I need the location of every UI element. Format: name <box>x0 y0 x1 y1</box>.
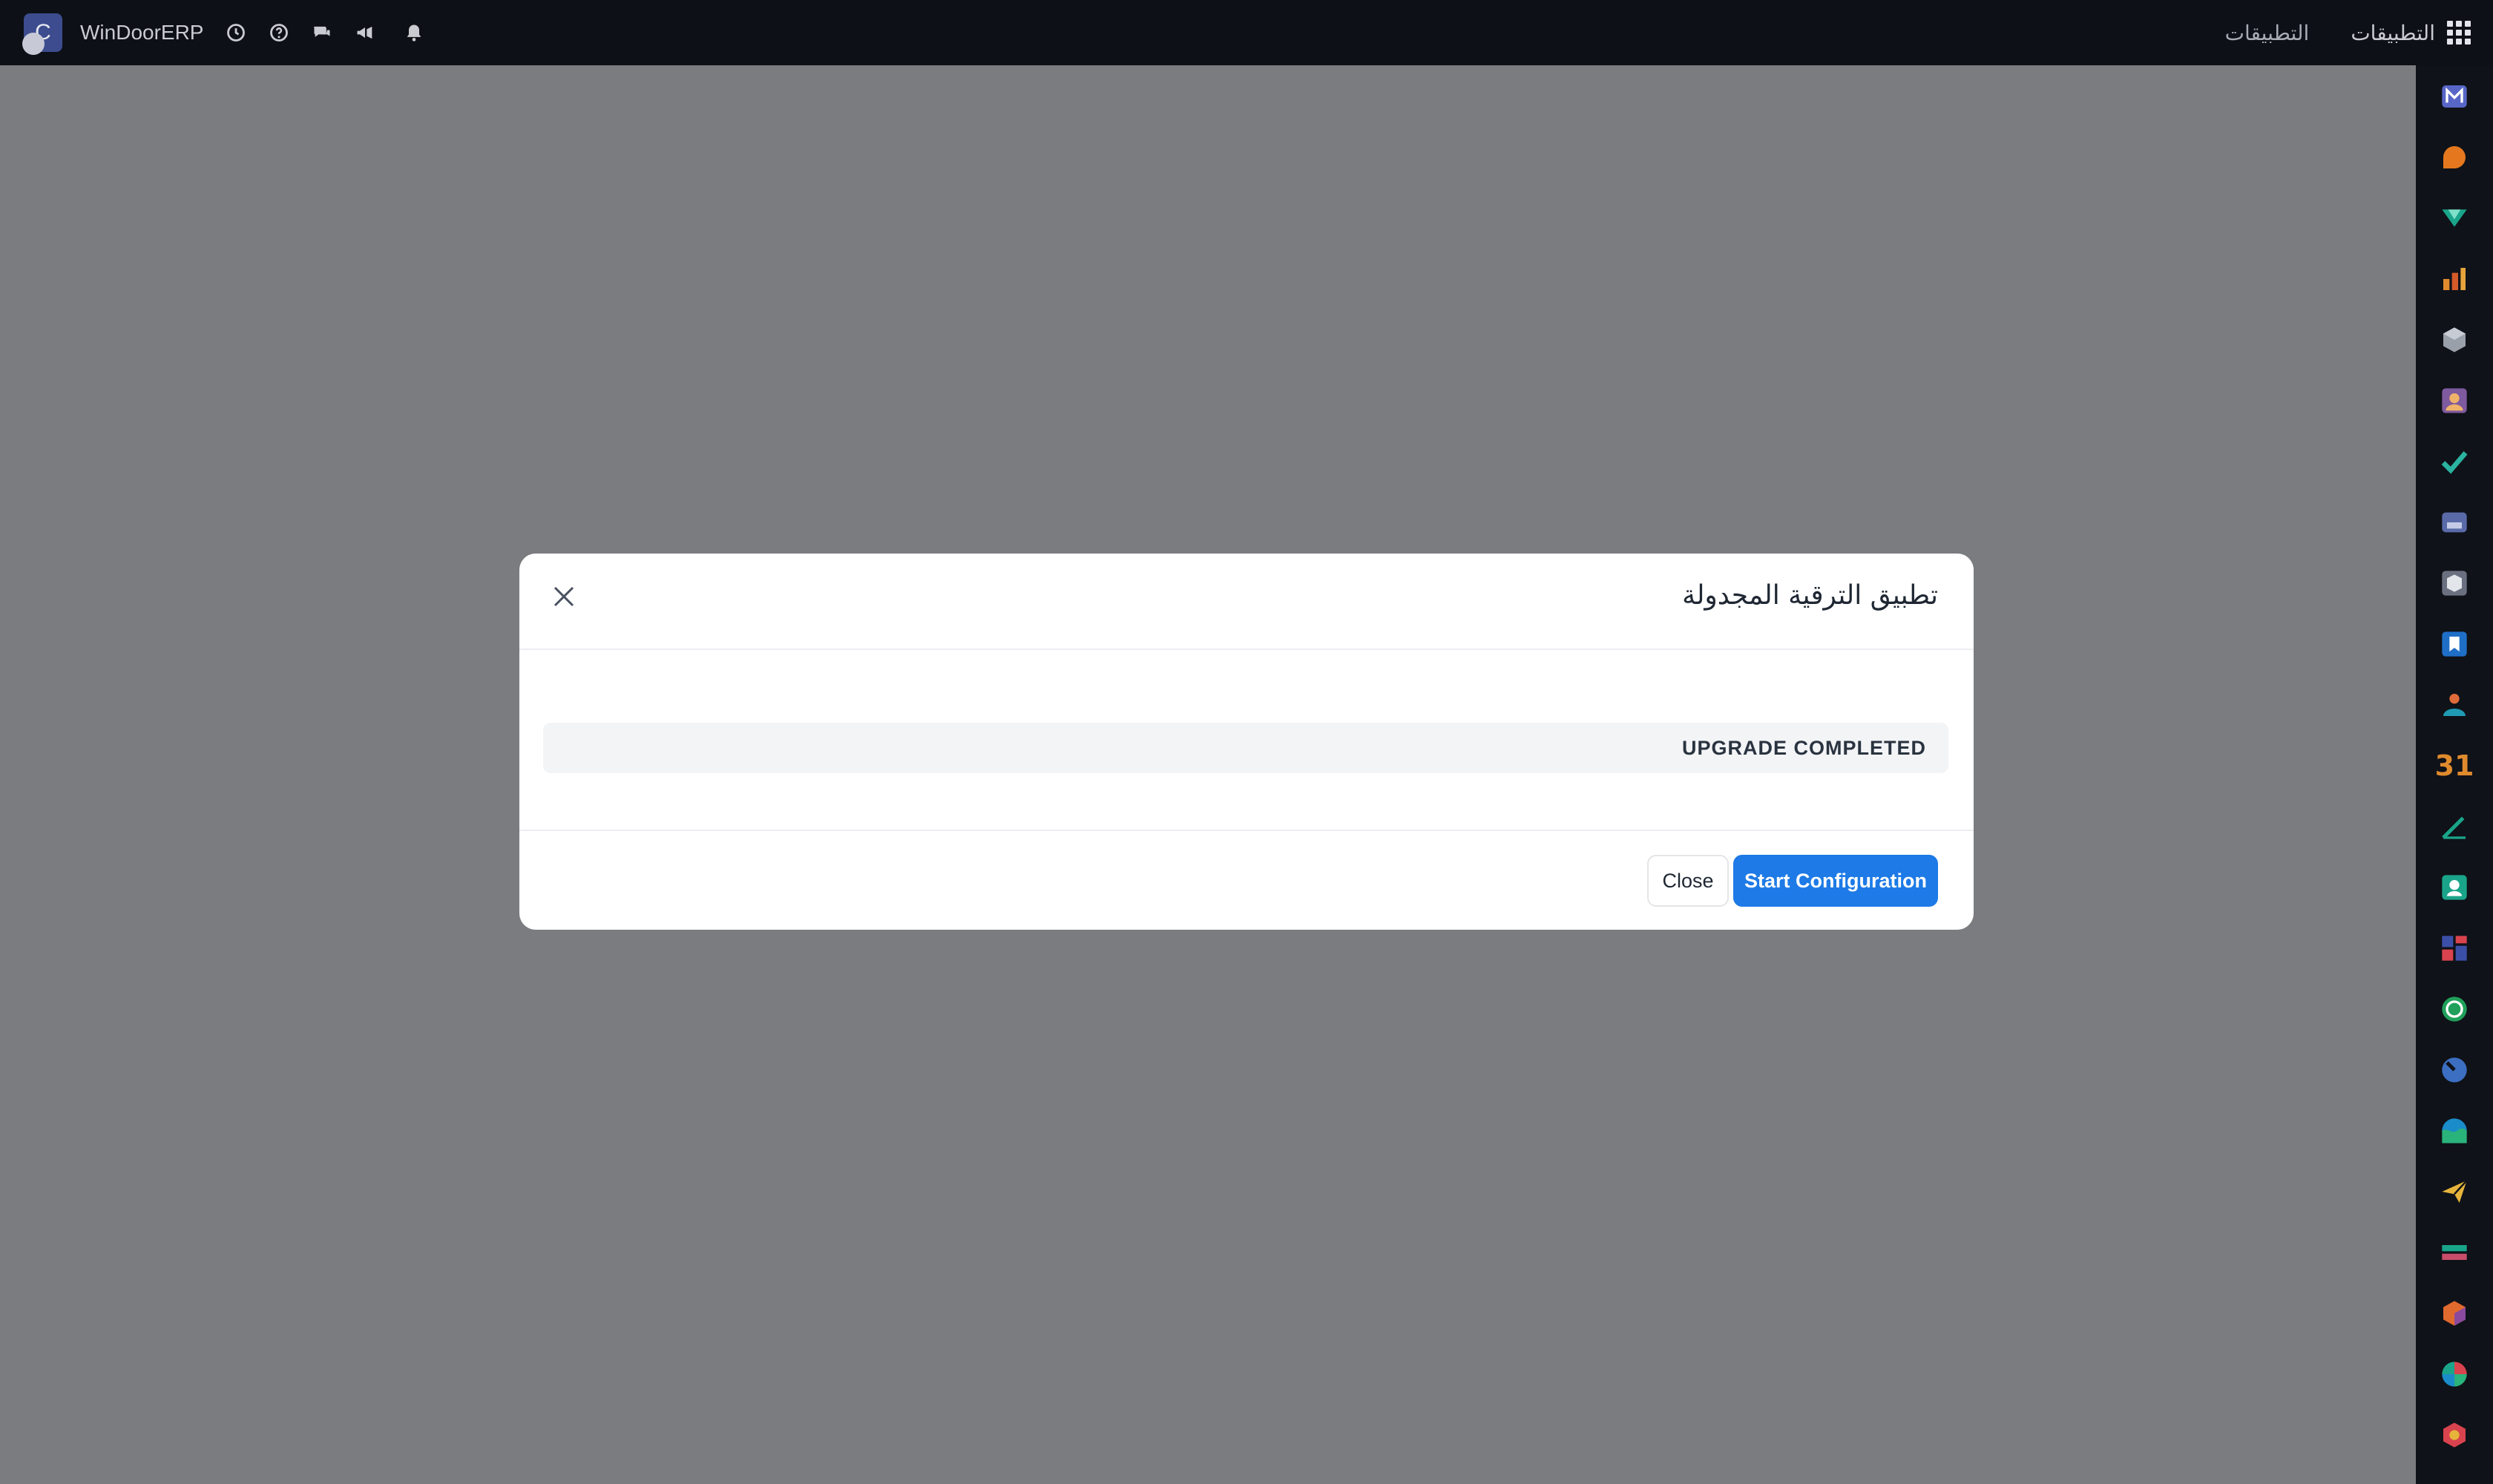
helpdesk-app-icon[interactable] <box>2440 508 2469 537</box>
dial-app-icon[interactable] <box>2440 1055 2469 1085</box>
whatsapp-app-icon[interactable] <box>2440 994 2469 1024</box>
top-navbar: C WinDoorERP التطبيقات التطبيقات <box>0 0 2493 65</box>
upgrade-status: UPGRADE COMPLETED <box>543 723 1948 773</box>
sales-app-icon[interactable] <box>2440 203 2469 233</box>
close-button[interactable]: Close <box>1647 855 1729 907</box>
dashboard-app-icon[interactable] <box>2440 933 2469 963</box>
bell-icon[interactable] <box>404 22 424 43</box>
apps-grid-icon[interactable] <box>2447 21 2471 45</box>
contacts-app-icon[interactable] <box>2440 386 2469 416</box>
close-icon[interactable] <box>551 583 577 610</box>
apps-link[interactable]: التطبيقات <box>2225 21 2310 45</box>
chat-icon[interactable] <box>312 22 332 43</box>
layers-app-icon[interactable] <box>2440 1238 2469 1267</box>
tasks-app-icon[interactable] <box>2440 447 2469 476</box>
company-logo[interactable]: C <box>22 13 62 55</box>
discuss-app-icon[interactable] <box>2440 142 2469 172</box>
reports-app-icon[interactable] <box>2440 264 2469 294</box>
hexagon-app-icon[interactable] <box>2440 1420 2469 1450</box>
start-configuration-button[interactable]: Start Configuration <box>1733 855 1938 907</box>
inventory-app-icon[interactable] <box>2440 325 2469 355</box>
apps-menu-label[interactable]: التطبيقات <box>2351 21 2435 45</box>
sign-app-icon[interactable] <box>2440 812 2469 841</box>
clock-icon[interactable] <box>226 22 246 43</box>
calendar-app-icon[interactable]: 31 <box>2435 749 2474 782</box>
upgrade-modal: تطبيق الترقية المجدولة UPGRADE COMPLETED… <box>519 554 1974 930</box>
cube-app-icon[interactable] <box>2440 1298 2469 1328</box>
modal-body: UPGRADE COMPLETED <box>543 723 1948 773</box>
brand-name[interactable]: WinDoorERP <box>80 21 203 45</box>
modal-footer: Close Start Configuration <box>519 830 1974 930</box>
mail-app-icon[interactable] <box>2440 82 2469 111</box>
user-avatar[interactable] <box>22 33 45 55</box>
timesheet-app-icon[interactable] <box>2440 873 2469 902</box>
modal-header: تطبيق الترقية المجدولة <box>519 554 1974 650</box>
pie-app-icon[interactable] <box>2440 1359 2469 1389</box>
send-app-icon[interactable] <box>2440 1177 2469 1206</box>
wave-app-icon[interactable] <box>2440 1116 2469 1146</box>
help-icon[interactable] <box>269 22 289 43</box>
documents-app-icon[interactable] <box>2440 629 2469 659</box>
employees-app-icon[interactable] <box>2440 690 2469 720</box>
apps-sidebar: 31 <box>2416 65 2493 1484</box>
megaphone-icon[interactable] <box>355 22 375 43</box>
modal-title: تطبيق الترقية المجدولة <box>1682 580 1938 611</box>
calendar-number: 31 <box>2434 749 2474 782</box>
package-app-icon[interactable] <box>2440 568 2469 598</box>
